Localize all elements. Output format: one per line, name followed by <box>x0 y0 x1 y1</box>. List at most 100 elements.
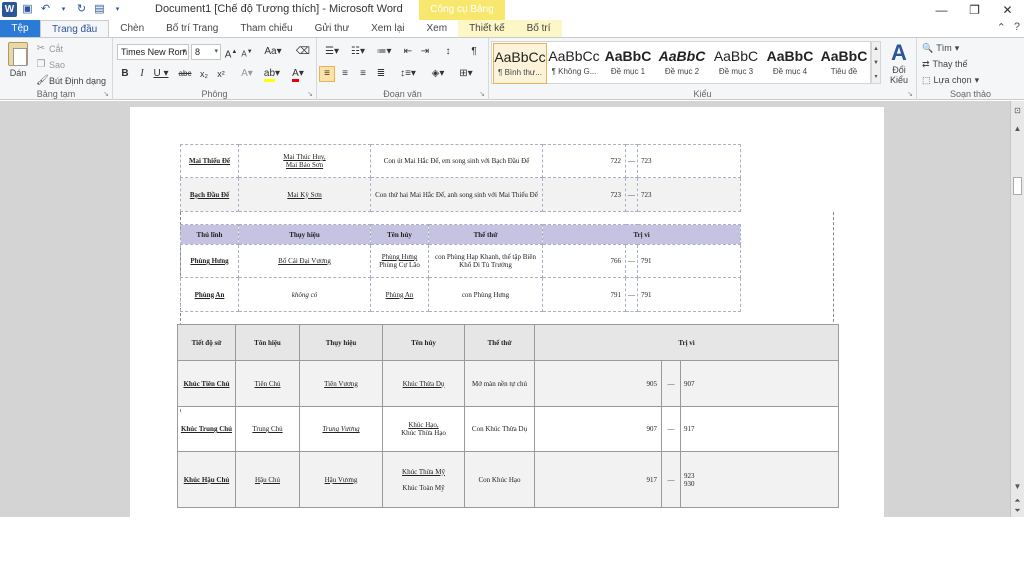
font-family-select[interactable]: Times New Rom ▾ <box>117 44 189 60</box>
cell-title: Mai Kỳ Sơn <box>238 177 371 212</box>
clear-formatting-icon[interactable]: ⌫ <box>295 44 311 60</box>
table-phung[interactable]: Thủ lĩnh Thụy hiệu Tên húy Thế thứ Trị v… <box>180 224 742 312</box>
group-paragraph: ☰▾ ☷▾ ≔▾ ⇤ ⇥ ↕ ¶ ≡ ≡ ≡ ≣ ↕≡▾ ◈▾ ⊞▾ Đoạn … <box>317 38 489 100</box>
align-center-icon[interactable]: ≡ <box>337 66 353 82</box>
tab-references[interactable]: Tham chiếu <box>229 20 303 38</box>
styles-launcher-icon[interactable]: ↘ <box>907 90 913 98</box>
cell-desc: Con út Mai Hắc Đế, em song sinh với Bạch… <box>370 144 543 178</box>
scroll-thumb[interactable] <box>1013 177 1022 195</box>
style-heading-3[interactable]: AaBbC Đề mục 3 <box>709 43 763 84</box>
font-launcher-icon[interactable]: ↘ <box>307 90 313 98</box>
text-effects-icon[interactable]: A▾ <box>237 66 257 82</box>
select-button[interactable]: ⬚ Lựa chọn ▾ <box>922 72 979 88</box>
chevron-down-icon[interactable]: ▾ <box>56 2 71 17</box>
style-heading-4[interactable]: AaBbC Đề mục 4 <box>763 43 817 84</box>
style-heading-2[interactable]: AaBbC Đề mục 2 <box>655 43 709 84</box>
collapse-ribbon-icon[interactable]: ⌃ <box>997 21 1006 34</box>
scroll-up-icon[interactable]: ▲ <box>1012 123 1023 135</box>
italic-icon[interactable]: I <box>136 66 148 82</box>
tab-mailings[interactable]: Gửi thư <box>304 20 361 38</box>
gallery-down-icon[interactable]: ▼ <box>872 56 880 70</box>
grow-font-icon[interactable]: A▲ <box>224 44 238 60</box>
copy-button[interactable]: ❐ Sao <box>36 57 106 73</box>
style-title[interactable]: AaBbC Tiêu đề <box>817 43 871 84</box>
scissors-icon: ✂ <box>36 43 46 54</box>
customize-qat-icon[interactable]: ▾ <box>110 2 125 17</box>
align-right-icon[interactable]: ≡ <box>355 66 371 82</box>
format-painter-label: Bút Định dạng <box>49 76 107 86</box>
highlight-icon[interactable]: ab▾ <box>261 66 283 82</box>
table-khuc[interactable]: Tiết độ sứ Tôn hiệu Thụy hiệu Tên húy Th… <box>177 324 840 508</box>
table-row: Phùng An không có Phùng An con Phùng Hưn… <box>180 277 742 312</box>
superscript-icon[interactable]: x² <box>214 66 228 82</box>
change-case-icon[interactable]: Aa▾ <box>263 44 283 60</box>
cell-end: 923 930 <box>679 451 840 508</box>
font-size-value: 8 <box>195 47 201 57</box>
group-paragraph-label: Đoạn văn <box>383 89 422 99</box>
scroll-down-icon[interactable]: ▼ <box>1012 481 1023 493</box>
close-icon[interactable]: ✕ <box>991 0 1024 20</box>
ruler-toggle-icon[interactable]: ⊡ <box>1012 105 1023 117</box>
chevron-down-icon: ▾ <box>214 48 218 55</box>
cell-start: 766 <box>542 244 626 278</box>
document-page[interactable]: Mai Thiếu Đế Mai Thúc Huy, Mai Bảo Sơn Co… <box>130 107 884 517</box>
vertical-scrollbar[interactable]: ⊡ ▲ ▼ ⏶ ⏷ <box>1010 101 1024 517</box>
print-preview-icon[interactable]: ▤ <box>92 2 107 17</box>
shrink-font-icon[interactable]: A▼ <box>240 44 254 60</box>
tab-file[interactable]: Tệp <box>0 20 40 38</box>
cut-button[interactable]: ✂ Cắt <box>36 41 106 57</box>
style-label: Đề mục 3 <box>718 67 754 76</box>
justify-icon[interactable]: ≣ <box>373 66 389 82</box>
style-no-spacing[interactable]: AaBbCc ¶ Không G... <box>547 43 601 84</box>
paragraph-launcher-icon[interactable]: ↘ <box>479 90 485 98</box>
bullets-icon[interactable]: ☰▾ <box>321 44 343 60</box>
tab-home[interactable]: Trang đầu <box>40 20 110 38</box>
increase-indent-icon[interactable]: ⇥ <box>418 44 432 60</box>
font-size-select[interactable]: 8 ▾ <box>191 44 221 60</box>
redo-icon[interactable]: ↻ <box>74 2 89 17</box>
sort-icon[interactable]: ↕ <box>441 44 455 60</box>
cell-dash: — <box>661 406 681 452</box>
find-button[interactable]: 🔍 Tìm ▾ <box>922 40 979 56</box>
style-heading-1[interactable]: AaBbC Đề mục 1 <box>601 43 655 84</box>
subscript-icon[interactable]: x₂ <box>197 66 211 82</box>
line-spacing-icon[interactable]: ↕≡▾ <box>397 66 419 82</box>
next-page-icon[interactable]: ⏷ <box>1012 505 1023 517</box>
borders-icon[interactable]: ⊞▾ <box>455 66 477 82</box>
style-normal[interactable]: AaBbCc ¶ Bình thư... <box>493 43 547 84</box>
cell-end: 723 <box>637 177 741 212</box>
paste-label: Dán <box>9 68 27 78</box>
word-logo-icon[interactable]: W <box>2 2 17 17</box>
undo-icon[interactable]: ↶ <box>38 2 53 17</box>
show-marks-icon[interactable]: ¶ <box>467 44 481 60</box>
gallery-more-icon[interactable]: ▾ <box>872 70 880 84</box>
tab-view[interactable]: Xem <box>416 20 459 38</box>
align-left-icon[interactable]: ≡ <box>319 66 335 82</box>
tab-review[interactable]: Xem lại <box>360 20 415 38</box>
multilevel-list-icon[interactable]: ≔▾ <box>373 44 395 60</box>
tab-insert[interactable]: Chèn <box>109 20 155 38</box>
shading-icon[interactable]: ◈▾ <box>427 66 449 82</box>
clipboard-launcher-icon[interactable]: ↘ <box>103 90 109 98</box>
table-header-row: Tiết độ sứ Tôn hiệu Thụy hiệu Tên húy Th… <box>177 324 840 361</box>
restore-icon[interactable]: ❐ <box>958 0 991 20</box>
table-mai[interactable]: Mai Thiếu Đế Mai Thúc Huy, Mai Bảo Sơn Co… <box>180 144 741 212</box>
tab-page-layout[interactable]: Bố trí Trang <box>155 20 229 38</box>
replace-button[interactable]: ⇄ Thay thế <box>922 56 979 72</box>
underline-icon[interactable]: U ▾ <box>153 66 169 82</box>
format-painter-button[interactable]: 🖌 Bút Định dạng <box>36 73 106 89</box>
help-icon[interactable]: ? <box>1014 21 1020 34</box>
header-leader: Thủ lĩnh <box>180 224 239 245</box>
numbering-icon[interactable]: ☷▾ <box>347 44 369 60</box>
strikethrough-icon[interactable]: abc <box>177 66 193 82</box>
tab-table-layout[interactable]: Bố trí <box>515 20 562 38</box>
tab-table-design[interactable]: Thiết kế <box>458 20 516 38</box>
save-icon[interactable]: ▣ <box>20 2 35 17</box>
paste-button[interactable]: Dán <box>4 42 32 78</box>
change-styles-button[interactable]: A Đổi Kiểu <box>884 41 914 86</box>
decrease-indent-icon[interactable]: ⇤ <box>401 44 415 60</box>
font-color-icon[interactable]: A▾ <box>287 66 309 82</box>
bold-icon[interactable]: B <box>119 66 131 82</box>
gallery-up-icon[interactable]: ▲ <box>872 42 880 56</box>
minimize-icon[interactable]: — <box>925 0 958 20</box>
